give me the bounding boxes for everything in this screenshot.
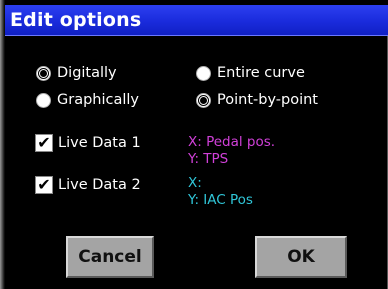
- radio-entire-curve-label: Entire curve: [217, 65, 305, 81]
- radio-digitally-label: Digitally: [57, 65, 117, 81]
- radio-digitally[interactable]: Digitally: [36, 62, 117, 84]
- checkmark-icon[interactable]: ✔: [35, 134, 53, 152]
- radio-entire-curve[interactable]: Entire curve: [196, 62, 305, 84]
- title-bar: Edit options: [5, 5, 388, 36]
- radio-point-by-point-label: Point-by-point: [217, 92, 318, 108]
- checkmark-icon[interactable]: ✔: [35, 176, 53, 194]
- edit-options-dialog: Edit options Digitally Graphically Entir…: [0, 0, 388, 289]
- radio-unselected-icon[interactable]: [36, 92, 51, 108]
- live-data-1-x: X: Pedal pos.: [188, 134, 276, 150]
- live-data-1-axes: X: Pedal pos. Y: TPS: [188, 134, 275, 168]
- checkbox-live-data-1[interactable]: ✔ Live Data 1: [35, 132, 141, 154]
- radio-selected-icon[interactable]: [196, 92, 211, 108]
- live-data-1-label: Live Data 1: [58, 135, 141, 151]
- dialog-title: Edit options: [10, 9, 142, 31]
- live-data-2-x: X:: [188, 175, 202, 191]
- ok-button[interactable]: OK: [255, 236, 347, 278]
- radio-graphically-label: Graphically: [57, 92, 140, 108]
- live-data-2-y: Y: IAC Pos: [188, 192, 253, 208]
- radio-point-by-point[interactable]: Point-by-point: [196, 89, 318, 111]
- window-edge: [0, 0, 5, 289]
- radio-selected-icon[interactable]: [36, 65, 51, 81]
- live-data-1-y: Y: TPS: [188, 151, 229, 167]
- radio-graphically[interactable]: Graphically: [36, 89, 139, 111]
- radio-unselected-icon[interactable]: [196, 65, 211, 81]
- live-data-2-label: Live Data 2: [58, 177, 141, 193]
- live-data-2-axes: X: Y: IAC Pos: [188, 175, 253, 209]
- cancel-button[interactable]: Cancel: [66, 236, 154, 278]
- checkbox-live-data-2[interactable]: ✔ Live Data 2: [35, 174, 141, 196]
